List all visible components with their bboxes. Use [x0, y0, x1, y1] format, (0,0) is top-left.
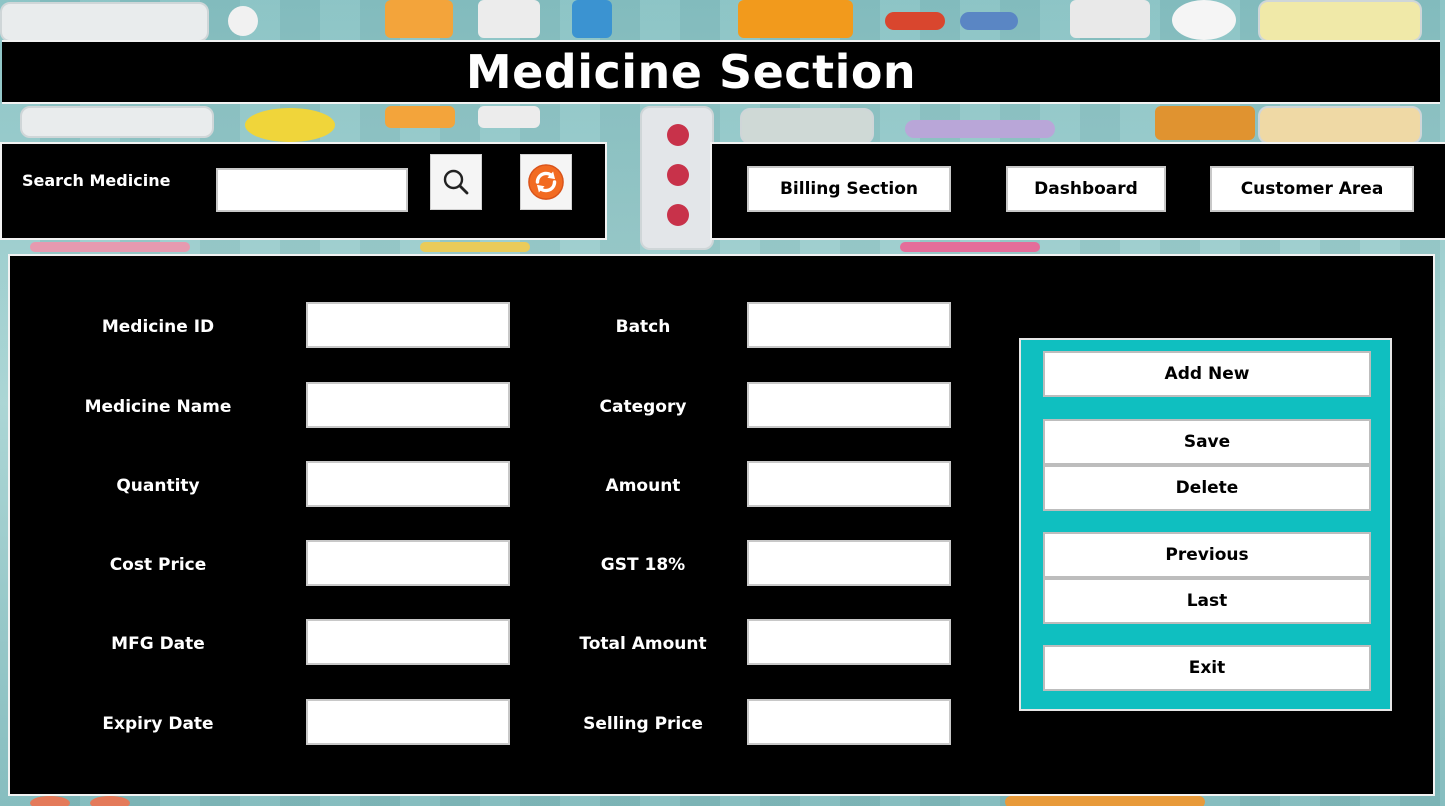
cost-price-input[interactable] [306, 540, 510, 586]
pill-decoration [667, 164, 689, 186]
cost-price-label: Cost Price [109, 555, 207, 575]
capsule-decoration [1005, 796, 1205, 806]
medicine-id-input[interactable] [306, 302, 510, 348]
navigation-panel: Billing Section Dashboard Customer Area [710, 142, 1445, 240]
pill-decoration [667, 204, 689, 226]
refresh-icon [528, 164, 564, 200]
title-bar: Medicine Section [2, 40, 1440, 104]
search-medicine-input[interactable] [216, 168, 408, 212]
mfg-date-input[interactable] [306, 619, 510, 665]
billing-section-button[interactable]: Billing Section [747, 166, 951, 212]
total-amount-label: Total Amount [579, 634, 707, 654]
medicine-name-label: Medicine Name [84, 397, 232, 417]
save-button[interactable]: Save [1043, 419, 1371, 465]
total-amount-input[interactable] [747, 619, 951, 665]
action-button-panel: Add New Save Delete Previous Last Exit [1019, 338, 1392, 711]
magnifier-icon [443, 169, 469, 195]
category-label: Category [599, 397, 687, 417]
medicine-id-label: Medicine ID [101, 317, 215, 337]
bottle-decoration [1070, 0, 1150, 38]
gst-label: GST 18% [600, 555, 686, 575]
exit-button[interactable]: Exit [1043, 645, 1371, 691]
amount-input[interactable] [747, 461, 951, 507]
customer-area-button[interactable]: Customer Area [1210, 166, 1414, 212]
dashboard-button[interactable]: Dashboard [1006, 166, 1166, 212]
batch-label: Batch [615, 317, 671, 337]
blister-pack-decoration [1258, 106, 1422, 144]
pill-decoration [228, 6, 258, 36]
quantity-label: Quantity [116, 476, 200, 496]
bottle-decoration [572, 0, 612, 38]
amount-label: Amount [605, 476, 681, 496]
previous-button[interactable]: Previous [1043, 532, 1371, 578]
blister-pack-decoration [1258, 0, 1422, 42]
capsule-decoration [960, 12, 1018, 30]
category-input[interactable] [747, 382, 951, 428]
search-button[interactable] [430, 154, 482, 210]
tablet-decoration [1172, 0, 1236, 40]
pill-decoration [90, 796, 130, 806]
quantity-input[interactable] [306, 461, 510, 507]
search-medicine-label: Search Medicine [22, 171, 171, 190]
capsule-decoration [885, 12, 945, 30]
last-button[interactable]: Last [1043, 578, 1371, 624]
bottle-decoration [478, 0, 540, 38]
expiry-date-label: Expiry Date [102, 714, 214, 734]
bottle-decoration [1155, 106, 1255, 140]
capsule-decoration [420, 242, 530, 252]
bottle-decoration [385, 0, 453, 38]
bottle-decoration [385, 106, 455, 128]
bottle-decoration [478, 106, 540, 128]
medicine-form-panel: Medicine ID Medicine Name Quantity Cost … [8, 254, 1435, 796]
selling-price-input[interactable] [747, 699, 951, 745]
pill-decoration [30, 796, 70, 806]
pill-decoration [667, 124, 689, 146]
capsule-decoration [30, 242, 190, 252]
search-panel: Search Medicine [0, 142, 607, 240]
bottle-decoration [738, 0, 853, 38]
gst-input[interactable] [747, 540, 951, 586]
selling-price-label: Selling Price [583, 714, 703, 734]
blister-pack-decoration [0, 2, 209, 42]
blister-pack-decoration [20, 106, 214, 138]
expiry-date-input[interactable] [306, 699, 510, 745]
blister-pack-decoration [740, 108, 874, 144]
capsule-decoration [900, 242, 1040, 252]
medicine-name-input[interactable] [306, 382, 510, 428]
batch-input[interactable] [747, 302, 951, 348]
add-new-button[interactable]: Add New [1043, 351, 1371, 397]
mfg-date-label: MFG Date [111, 634, 205, 654]
page-title: Medicine Section [465, 45, 917, 99]
medicine-section-window: Medicine Section Search Medicine Billing… [0, 0, 1445, 806]
delete-button[interactable]: Delete [1043, 465, 1371, 511]
pill-decoration [245, 108, 335, 142]
refresh-button[interactable] [520, 154, 572, 210]
capsule-decoration [905, 120, 1055, 138]
